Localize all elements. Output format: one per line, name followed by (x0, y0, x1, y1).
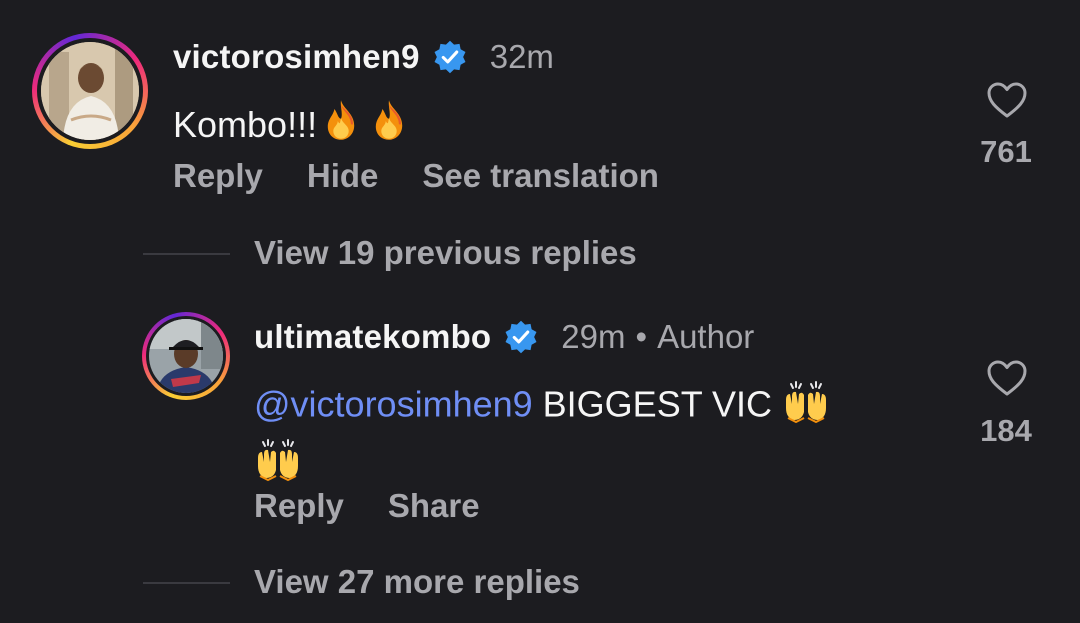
fire-emoji-icon (319, 98, 363, 151)
reply-text: @victorosimhen9 BIGGEST VIC (254, 378, 934, 494)
raising-hands-emoji-icon (782, 378, 830, 436)
divider-line (143, 253, 230, 255)
avatar-ring[interactable] (142, 312, 230, 400)
username[interactable]: victorosimhen9 (173, 38, 420, 76)
avatar (149, 319, 223, 393)
reply-text-label: BIGGEST VIC (532, 383, 783, 425)
avatar (41, 42, 139, 140)
comment-text-label: Kombo!!! (173, 103, 318, 145)
like-count: 761 (980, 134, 1032, 169)
fire-emoji-icon (367, 98, 411, 151)
author-label: Author (657, 318, 755, 355)
raising-hands-emoji-icon (254, 436, 302, 494)
view-more-replies-button[interactable]: View 27 more replies (254, 563, 580, 601)
verified-badge-icon (432, 39, 468, 75)
like-count: 184 (980, 413, 1032, 448)
verified-badge-icon (503, 319, 539, 355)
comment-text: Kombo!!! (173, 98, 411, 151)
hide-button[interactable]: Hide (307, 157, 379, 195)
separator-dot: • (635, 318, 648, 355)
reply-button[interactable]: Reply (173, 157, 263, 195)
heart-icon (987, 82, 1027, 118)
see-translation-button[interactable]: See translation (422, 157, 659, 195)
divider-line (143, 582, 230, 584)
like-button[interactable] (985, 80, 1029, 120)
mention-link[interactable]: @victorosimhen9 (254, 384, 533, 425)
reply-button[interactable]: Reply (254, 487, 344, 525)
share-button[interactable]: Share (388, 487, 480, 525)
heart-icon (987, 360, 1027, 396)
timestamp: 32m (489, 38, 554, 75)
timestamp: 29m (561, 318, 626, 355)
like-button[interactable] (985, 358, 1029, 398)
view-previous-replies-button[interactable]: View 19 previous replies (254, 234, 637, 272)
avatar-ring[interactable] (32, 33, 148, 149)
username[interactable]: ultimatekombo (254, 318, 491, 356)
